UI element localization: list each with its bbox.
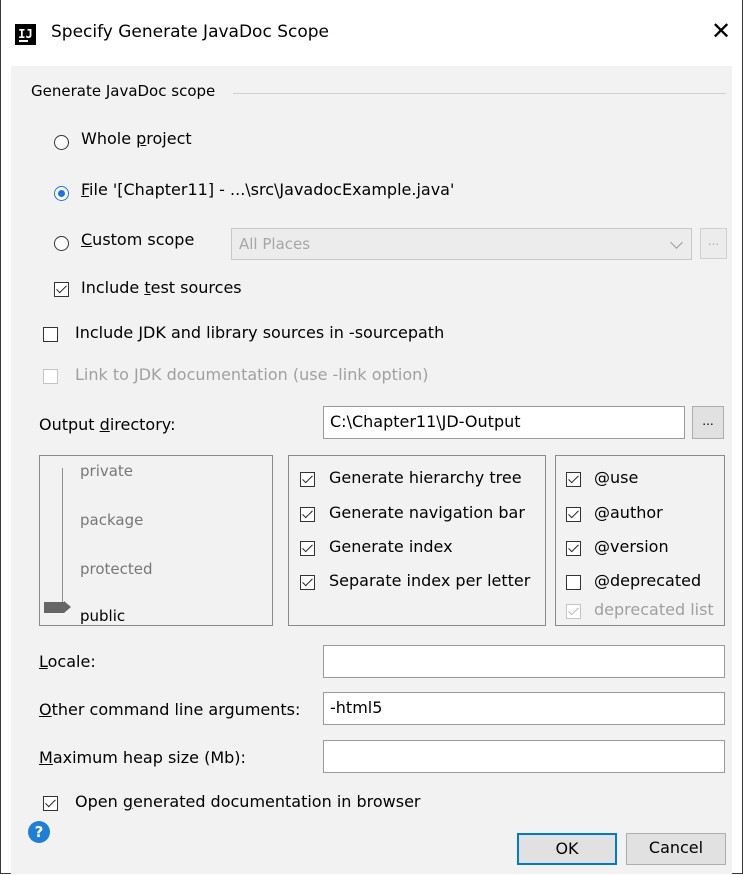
visibility-package[interactable]: package	[80, 511, 143, 529]
tag-use-checkbox[interactable]	[566, 472, 581, 487]
deprecated-list-label: deprecated list	[594, 600, 714, 619]
heap-size-label: Maximum heap size (Mb):	[39, 748, 246, 767]
separate-index-checkbox[interactable]	[300, 575, 315, 590]
other-args-label: Other command line arguments:	[39, 700, 301, 719]
file-scope-radio[interactable]	[54, 186, 69, 201]
hierarchy-tree-label[interactable]: Generate hierarchy tree	[329, 468, 522, 487]
visibility-scope-panel: private package protected public	[39, 455, 273, 626]
separate-index-label[interactable]: Separate index per letter	[329, 571, 530, 590]
custom-scope-label[interactable]: Custom scope	[81, 230, 194, 249]
link-jdk-docs-label: Link to JDK documentation (use -link opt…	[75, 365, 429, 384]
output-directory-browse-button[interactable]: ...	[692, 406, 724, 439]
include-jdk-sources-label[interactable]: Include JDK and library sources in -sour…	[75, 323, 444, 342]
visibility-public[interactable]: public	[80, 607, 125, 625]
visibility-private[interactable]: private	[80, 462, 133, 480]
custom-scope-value: All Places	[239, 235, 311, 253]
navigation-bar-checkbox[interactable]	[300, 507, 315, 522]
cancel-button[interactable]: Cancel	[626, 833, 726, 865]
include-jdk-sources-checkbox[interactable]	[43, 327, 58, 342]
tag-author-label[interactable]: @author	[594, 503, 663, 522]
visibility-slider-track[interactable]	[62, 468, 63, 608]
tag-options-panel: @use @author @version @deprecated deprec…	[555, 455, 725, 626]
close-icon[interactable]: ✕	[711, 17, 731, 45]
file-scope-label[interactable]: File '[Chapter11] - ...\src\JavadocExamp…	[81, 180, 454, 199]
generate-options-panel: Generate hierarchy tree Generate navigat…	[288, 455, 546, 626]
heap-size-input[interactable]	[323, 740, 725, 773]
tag-deprecated-checkbox[interactable]	[566, 575, 581, 590]
deprecated-list-checkbox[interactable]	[566, 604, 581, 619]
tag-author-checkbox[interactable]	[566, 507, 581, 522]
tag-version-checkbox[interactable]	[566, 541, 581, 556]
whole-project-radio[interactable]	[54, 135, 69, 150]
group-separator	[233, 93, 726, 94]
dialog-title: Specify Generate JavaDoc Scope	[51, 22, 330, 42]
custom-scope-dropdown[interactable]: All Places	[231, 228, 692, 260]
output-directory-input[interactable]: C:\Chapter11\JD-Output	[323, 406, 685, 439]
tag-deprecated-label[interactable]: @deprecated	[594, 571, 701, 590]
include-test-sources-label[interactable]: Include test sources	[81, 278, 242, 297]
custom-scope-browse-button[interactable]: ...	[700, 228, 727, 259]
visibility-slider-handle[interactable]	[44, 601, 71, 613]
ok-button[interactable]: OK	[517, 833, 617, 865]
visibility-protected[interactable]: protected	[80, 560, 153, 578]
custom-scope-radio[interactable]	[54, 236, 69, 251]
hierarchy-tree-checkbox[interactable]	[300, 472, 315, 487]
chevron-down-icon	[670, 236, 683, 249]
scope-group-title: Generate JavaDoc scope	[31, 82, 216, 100]
tag-version-label[interactable]: @version	[594, 537, 669, 556]
intellij-app-icon: IJ	[15, 24, 36, 45]
locale-label: Locale:	[39, 652, 96, 671]
title-bar: IJ Specify Generate JavaDoc Scope ✕	[1, 0, 742, 66]
other-args-input[interactable]: -html5	[323, 692, 725, 725]
include-test-sources-checkbox[interactable]	[54, 282, 69, 297]
whole-project-label[interactable]: Whole project	[81, 129, 192, 148]
help-icon[interactable]: ?	[28, 821, 50, 843]
generate-javadoc-dialog: IJ Specify Generate JavaDoc Scope ✕ Gene…	[0, 0, 743, 874]
tag-use-label[interactable]: @use	[594, 468, 638, 487]
generate-index-checkbox[interactable]	[300, 541, 315, 556]
locale-input[interactable]	[323, 645, 725, 678]
generate-index-label[interactable]: Generate index	[329, 537, 453, 556]
open-in-browser-label[interactable]: Open generated documentation in browser	[75, 792, 421, 811]
navigation-bar-label[interactable]: Generate navigation bar	[329, 503, 525, 522]
open-in-browser-checkbox[interactable]	[43, 796, 58, 811]
app-icon-text: IJ	[18, 27, 33, 41]
output-directory-label: Output directory:	[39, 415, 176, 434]
dialog-content: Generate JavaDoc scope Whole project Fil…	[11, 66, 732, 874]
link-jdk-docs-checkbox[interactable]	[43, 369, 58, 384]
